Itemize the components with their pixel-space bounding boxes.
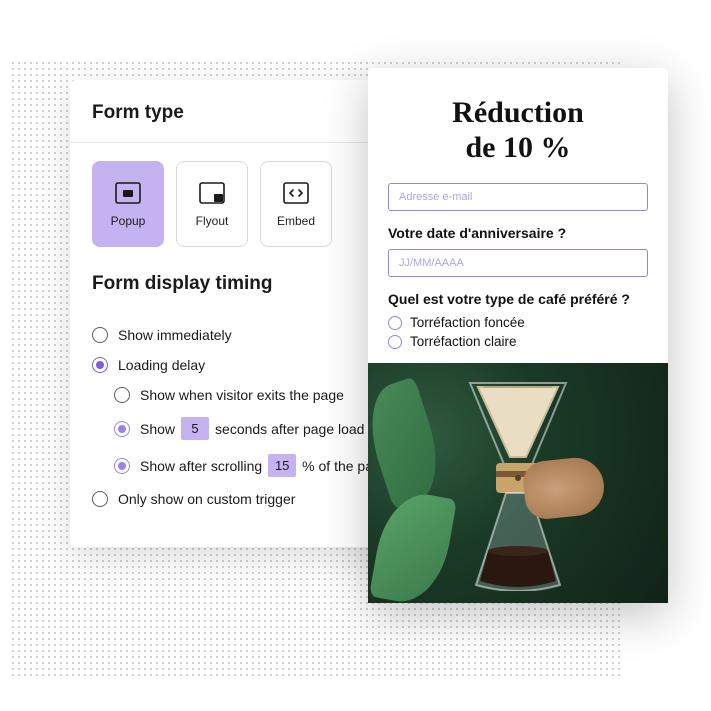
section-title-timing: Form display timing	[70, 251, 400, 313]
timing-options: Show immediately Loading delay Show when…	[70, 327, 400, 507]
headline-line1: Réduction	[452, 96, 584, 129]
radio-label-prefix: Show	[140, 421, 175, 437]
email-field[interactable]	[388, 183, 648, 211]
form-type-label: Popup	[111, 214, 146, 228]
radio-icon	[114, 387, 130, 403]
preview-image	[368, 363, 668, 603]
coffee-pref-label: Quel est votre type de café préféré ?	[388, 291, 648, 307]
birthday-field[interactable]	[388, 249, 648, 277]
form-type-embed[interactable]: Embed	[260, 161, 332, 247]
scroll-percent-input[interactable]: 15	[268, 454, 296, 477]
form-preview-panel: Réduction de 10 % Votre date d'anniversa…	[368, 68, 668, 603]
radio-label-suffix: % of the pa	[302, 458, 373, 474]
radio-loading-delay[interactable]: Loading delay	[92, 357, 378, 373]
radio-icon	[114, 421, 130, 437]
coffee-option-light[interactable]: Torréfaction claire	[388, 334, 648, 349]
option-label: Torréfaction claire	[410, 334, 517, 349]
radio-custom-trigger[interactable]: Only show on custom trigger	[92, 491, 378, 507]
leaf-decoration	[369, 488, 457, 603]
radio-label-suffix: seconds after page load	[215, 421, 364, 437]
form-settings-panel: Form type Popup Flyout	[70, 80, 400, 547]
radio-show-immediately[interactable]: Show immediately	[92, 327, 378, 343]
radio-icon	[92, 357, 108, 373]
headline-line2: de 10 %	[466, 131, 571, 164]
embed-icon	[283, 180, 309, 206]
section-title-form-type: Form type	[70, 80, 400, 142]
option-label: Torréfaction foncée	[410, 315, 525, 330]
radio-label: Show immediately	[118, 327, 232, 343]
form-type-popup[interactable]: Popup	[92, 161, 164, 247]
radio-icon	[92, 327, 108, 343]
radio-show-scroll[interactable]: Show after scrolling 15 % of the pa	[114, 454, 378, 477]
radio-label: Only show on custom trigger	[118, 491, 295, 507]
radio-label: Loading delay	[118, 357, 205, 373]
form-type-label: Flyout	[196, 214, 229, 228]
radio-label-prefix: Show after scrolling	[140, 458, 262, 474]
radio-exit-intent[interactable]: Show when visitor exits the page	[114, 387, 378, 403]
coffee-option-dark[interactable]: Torréfaction foncée	[388, 315, 648, 330]
radio-show-seconds[interactable]: Show 5 seconds after page load	[114, 417, 378, 440]
hand-illustration	[521, 455, 607, 521]
radio-icon	[92, 491, 108, 507]
flyout-icon	[199, 180, 225, 206]
seconds-input[interactable]: 5	[181, 417, 209, 440]
radio-icon	[388, 316, 402, 330]
form-type-label: Embed	[277, 214, 315, 228]
form-type-flyout[interactable]: Flyout	[176, 161, 248, 247]
birthday-label: Votre date d'anniversaire ?	[388, 225, 648, 241]
leaf-decoration	[368, 377, 451, 510]
radio-icon	[388, 335, 402, 349]
form-type-selector: Popup Flyout Embed	[70, 143, 400, 251]
radio-label: Show when visitor exits the page	[140, 387, 344, 403]
popup-icon	[115, 180, 141, 206]
radio-icon	[114, 458, 130, 474]
preview-headline: Réduction de 10 %	[388, 96, 648, 165]
